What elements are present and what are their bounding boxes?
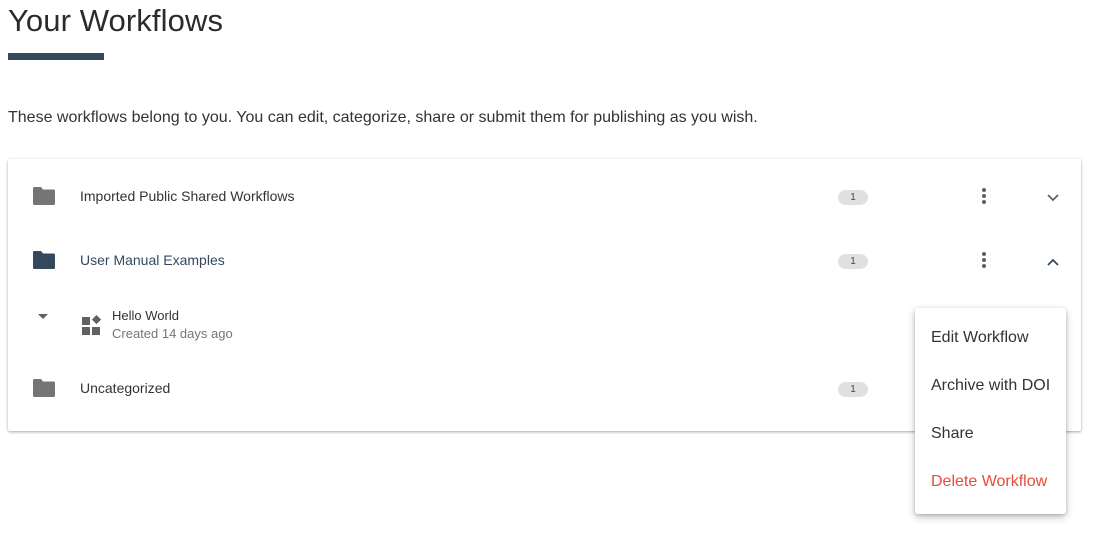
menu-item-edit-workflow[interactable]: Edit Workflow	[915, 314, 1066, 362]
title-underline	[8, 53, 104, 60]
more-options-button[interactable]	[973, 183, 995, 211]
folder-icon	[33, 379, 55, 397]
collapse-button[interactable]	[1042, 251, 1064, 273]
menu-item-delete-workflow[interactable]: Delete Workflow	[915, 458, 1066, 506]
workflows-page: Your Workflows These workflows belong to…	[0, 0, 1093, 533]
category-row-user-manual[interactable]: User Manual Examples 1	[8, 223, 1081, 287]
workflow-expand-button[interactable]	[36, 309, 50, 323]
count-badge: 1	[838, 254, 868, 269]
category-label: Uncategorized	[80, 380, 171, 396]
workflow-icon	[82, 314, 102, 335]
menu-item-archive-with-doi[interactable]: Archive with DOI	[915, 362, 1066, 410]
menu-item-share[interactable]: Share	[915, 410, 1066, 458]
expand-button[interactable]	[1042, 187, 1064, 209]
category-row-imported[interactable]: Imported Public Shared Workflows 1	[8, 159, 1081, 223]
more-vert-icon	[982, 188, 986, 204]
workflow-title[interactable]: Hello World	[112, 308, 179, 323]
count-badge: 1	[838, 382, 868, 397]
count-badge: 1	[838, 190, 868, 205]
category-label: Imported Public Shared Workflows	[80, 188, 295, 204]
folder-icon	[33, 187, 55, 205]
category-label: User Manual Examples	[80, 252, 225, 268]
page-title: Your Workflows	[8, 3, 224, 38]
caret-down-icon	[38, 314, 48, 319]
folder-icon	[33, 251, 55, 269]
more-options-button[interactable]	[973, 247, 995, 275]
intro-text: These workflows belong to you. You can e…	[8, 109, 758, 126]
workflow-created-date: Created 14 days ago	[112, 326, 233, 341]
more-vert-icon	[982, 252, 986, 268]
chevron-up-icon	[1047, 258, 1059, 266]
chevron-down-icon	[1047, 194, 1059, 202]
workflow-context-menu: Edit Workflow Archive with DOI Share Del…	[915, 308, 1066, 514]
